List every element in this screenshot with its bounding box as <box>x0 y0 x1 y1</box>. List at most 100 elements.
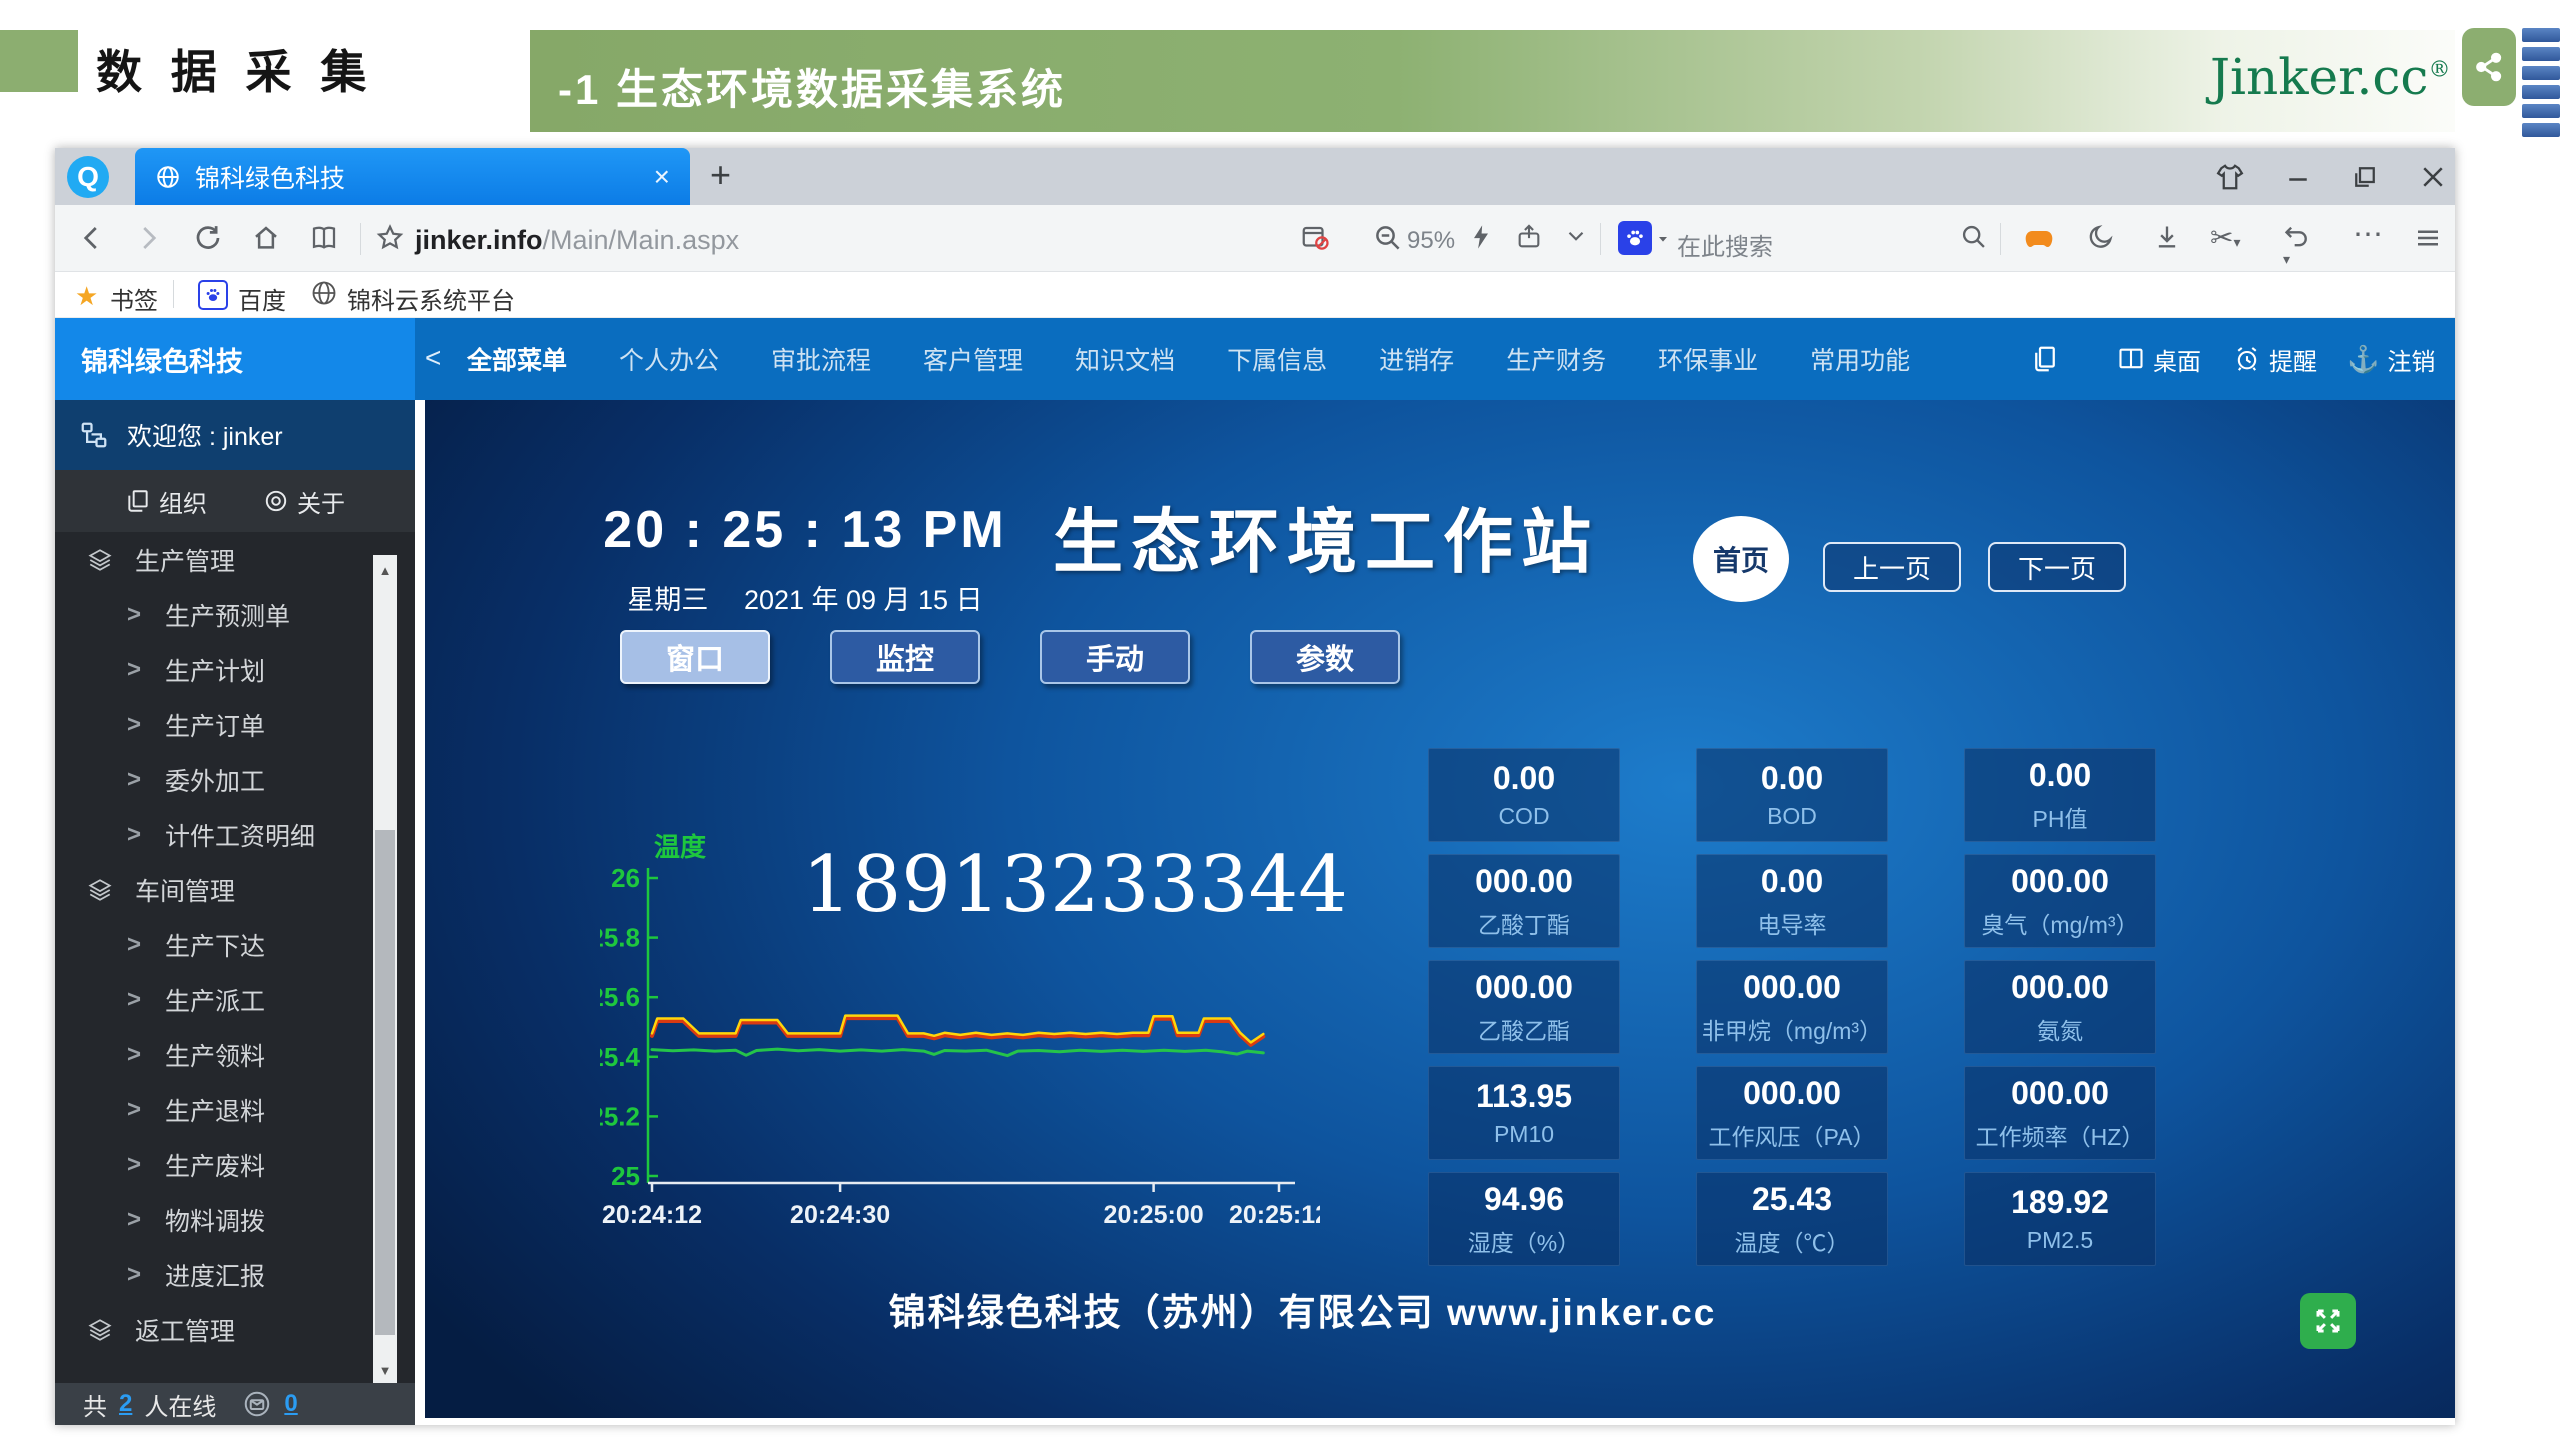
share-page-icon[interactable] <box>1515 223 1543 251</box>
lightning-icon[interactable] <box>1467 223 1495 251</box>
tab-close-icon[interactable]: × <box>654 161 670 193</box>
logout-button[interactable]: ⚓ 注销 <box>2347 318 2435 400</box>
search-engine-icon[interactable] <box>1618 221 1652 255</box>
fullscreen-button[interactable] <box>2300 1293 2356 1349</box>
reminder-button[interactable]: 提醒 <box>2233 318 2317 400</box>
theme-icon[interactable] <box>2215 162 2245 192</box>
nav-item-3[interactable]: 客户管理 <box>923 341 1023 377</box>
mode-button-window[interactable]: 窗口 <box>620 630 770 684</box>
chevron-down-icon[interactable] <box>1563 223 1589 249</box>
reading-list-icon[interactable] <box>309 223 339 253</box>
minimize-button[interactable] <box>2283 162 2313 192</box>
scroll-up-icon[interactable]: ▲ <box>373 555 397 585</box>
sidebar-item-label: 生产退料 <box>165 1092 265 1128</box>
nav-item-1[interactable]: 个人办公 <box>619 341 719 377</box>
home-page-button[interactable]: 首页 <box>1693 516 1789 602</box>
screenshot-scissors-icon[interactable]: ✂▾ <box>2210 221 2241 254</box>
tab-about[interactable]: 关于 <box>263 484 345 519</box>
sidebar-item-4[interactable]: >委外加工 <box>55 752 373 807</box>
back-icon[interactable] <box>77 223 107 253</box>
chevron-right-icon: > <box>127 821 141 849</box>
message-icon[interactable] <box>242 1389 272 1419</box>
mode-button-monitor[interactable]: 监控 <box>830 630 980 684</box>
browser-logo-icon[interactable]: Q <box>67 156 109 198</box>
bookmark-folder[interactable]: 书签 <box>110 281 158 316</box>
bookmark-jinker-cloud[interactable]: 锦科云系统平台 <box>347 281 515 316</box>
tile-value: 0.00 <box>1761 760 1823 797</box>
tab-organization[interactable]: 组织 <box>125 484 207 519</box>
forward-icon[interactable] <box>133 223 163 253</box>
bookmark-baidu[interactable]: 百度 <box>238 281 286 316</box>
desktop-button[interactable]: 桌面 <box>2117 318 2201 400</box>
metric-tile-5: 000.00臭气（mg/m³） <box>1964 854 2156 948</box>
sidebar-item-1[interactable]: >生产预测单 <box>55 587 373 642</box>
star-icon: ★ <box>75 281 98 312</box>
search-icon[interactable] <box>1960 223 1988 251</box>
reload-icon[interactable] <box>193 223 223 253</box>
toolbar-divider <box>1600 223 1601 255</box>
toolbar-divider <box>2000 223 2001 255</box>
sidebar-item-0[interactable]: 生产管理 <box>55 532 373 587</box>
scrollbar-thumb[interactable] <box>375 830 395 1335</box>
sidebar-item-label: 生产领料 <box>165 1037 265 1073</box>
metric-tile-2: 0.00PH值 <box>1964 748 2156 842</box>
sidebar-item-13[interactable]: >进度汇报 <box>55 1247 373 1302</box>
sidebar-item-8[interactable]: >生产派工 <box>55 972 373 1027</box>
nav-item-0[interactable]: 全部菜单 <box>467 341 567 377</box>
nav-item-4[interactable]: 知识文档 <box>1075 341 1175 377</box>
zoom-out-icon[interactable] <box>1373 223 1403 253</box>
online-count[interactable]: 2 <box>119 1390 132 1418</box>
menu-icon[interactable] <box>2413 223 2443 253</box>
zoom-level[interactable]: 95% <box>1407 227 1455 255</box>
undo-icon[interactable]: ▾ <box>2283 223 2311 269</box>
sidebar-item-10[interactable]: >生产退料 <box>55 1082 373 1137</box>
sidebar-item-9[interactable]: >生产领料 <box>55 1027 373 1082</box>
sidebar-item-12[interactable]: >物料调拨 <box>55 1192 373 1247</box>
restore-button[interactable] <box>2350 162 2380 192</box>
address-bar[interactable]: jinker.info/Main/Main.aspx <box>415 225 739 256</box>
nav-item-6[interactable]: 进销存 <box>1379 341 1454 377</box>
scroll-down-icon[interactable]: ▼ <box>373 1355 397 1385</box>
home-icon[interactable] <box>251 223 281 253</box>
nav-item-2[interactable]: 审批流程 <box>771 341 871 377</box>
night-mode-icon[interactable] <box>2087 223 2115 251</box>
sidebar-item-14[interactable]: 返工管理 <box>55 1302 373 1357</box>
window-stack-icon[interactable] <box>2030 318 2060 400</box>
nav-item-5[interactable]: 下属信息 <box>1227 341 1327 377</box>
prev-page-button[interactable]: 上一页 <box>1823 542 1961 592</box>
tile-value: 000.00 <box>1475 969 1573 1006</box>
online-prefix: 共 <box>83 1387 107 1422</box>
active-tab[interactable]: 锦科绿色科技 × <box>135 148 690 205</box>
nav-collapse-icon[interactable]: < <box>425 342 441 374</box>
close-button[interactable] <box>2418 162 2448 192</box>
message-count[interactable]: 0 <box>284 1390 297 1418</box>
sidebar-item-3[interactable]: >生产订单 <box>55 697 373 752</box>
new-tab-button[interactable]: + <box>710 154 731 196</box>
adblock-icon[interactable] <box>1300 223 1330 253</box>
bookmark-star-icon[interactable] <box>375 223 405 253</box>
sidebar-item-7[interactable]: >生产下达 <box>55 917 373 972</box>
sidebar-item-5[interactable]: >计件工资明细 <box>55 807 373 862</box>
nav-item-7[interactable]: 生产财务 <box>1506 341 1606 377</box>
tile-value: 000.00 <box>1743 969 1841 1006</box>
search-input[interactable]: 在此搜索 <box>1677 227 1773 262</box>
tile-label: 电导率 <box>1758 906 1827 940</box>
more-icon[interactable]: ⋯ <box>2353 217 2383 252</box>
sidebar-scrollbar[interactable]: ▲ ▼ <box>373 555 397 1385</box>
share-button[interactable] <box>2462 28 2516 106</box>
app-nav-bar: 锦科绿色科技 < 全部菜单个人办公审批流程客户管理知识文档下属信息进销存生产财务… <box>55 318 2455 400</box>
search-engine-caret-icon[interactable] <box>1655 231 1671 247</box>
download-icon[interactable] <box>2153 223 2181 251</box>
mode-button-params[interactable]: 参数 <box>1250 630 1400 684</box>
sidebar-item-6[interactable]: 车间管理 <box>55 862 373 917</box>
mode-button-manual[interactable]: 手动 <box>1040 630 1190 684</box>
nav-item-8[interactable]: 环保事业 <box>1658 341 1758 377</box>
banner-title: -1 生态环境数据采集系统 <box>558 56 1066 117</box>
nav-item-9[interactable]: 常用功能 <box>1810 341 1910 377</box>
gamepad-icon[interactable] <box>2023 223 2055 255</box>
sidebar-item-11[interactable]: >生产废料 <box>55 1137 373 1192</box>
sidebar-item-label: 生产计划 <box>165 652 265 688</box>
next-page-button[interactable]: 下一页 <box>1988 542 2126 592</box>
chevron-right-icon: > <box>127 601 141 629</box>
sidebar-item-2[interactable]: >生产计划 <box>55 642 373 697</box>
